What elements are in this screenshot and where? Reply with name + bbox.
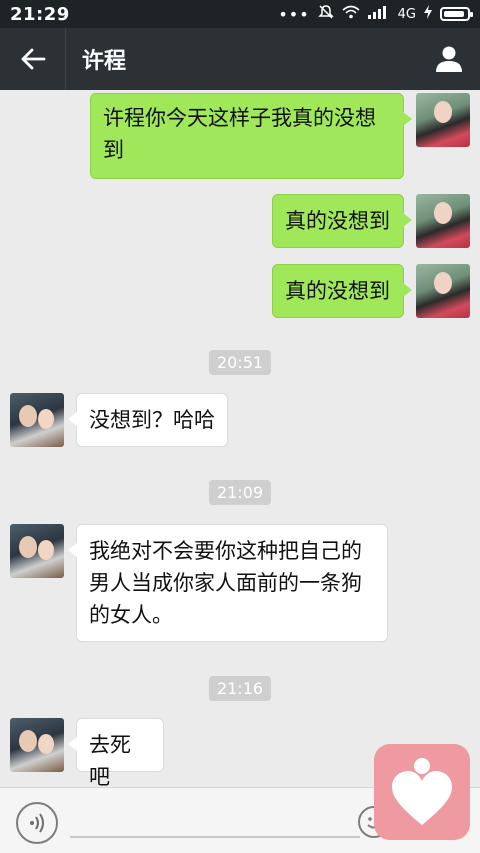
outgoing-bubble[interactable]: 许程你今天这样子我真的没想到: [90, 93, 412, 179]
wifi-icon: [342, 5, 360, 23]
timestamp: 20:51: [208, 350, 272, 375]
incoming-bubble[interactable]: 没想到？哈哈: [68, 393, 228, 447]
profile-icon: [436, 46, 462, 72]
status-bar: 21:29 ••• 4G: [0, 0, 480, 28]
chat-title: 许程: [82, 49, 127, 74]
message-row: 许程你今天这样子我真的没想到: [90, 93, 470, 179]
status-icons: ••• 4G: [278, 4, 473, 24]
message-row: 没想到？哈哈: [10, 393, 228, 447]
timestamp: 21:16: [208, 676, 272, 701]
my-avatar[interactable]: [416, 93, 470, 147]
profile-button[interactable]: [418, 28, 480, 90]
contact-avatar[interactable]: [10, 393, 64, 447]
message-row: 去死吧: [10, 718, 164, 787]
chat-area[interactable]: 许程你今天这样子我真的没想到 真的没想到 真的没想到 20:51 没想到？哈哈 …: [0, 90, 480, 787]
outgoing-bubble[interactable]: 真的没想到: [272, 194, 412, 248]
my-avatar[interactable]: [416, 194, 470, 248]
incoming-bubble[interactable]: 去死吧: [68, 718, 164, 787]
charging-icon: [424, 5, 432, 23]
message-row: 真的没想到: [272, 194, 470, 248]
heart-app-icon: [392, 758, 452, 825]
contact-avatar[interactable]: [10, 524, 64, 578]
message-row: 我绝对不会要你这种把自己的男人当成你家人面前的一条狗的女人。: [10, 524, 388, 642]
timestamp: 21:09: [208, 480, 272, 505]
more-dots-icon: •••: [278, 4, 310, 24]
back-button[interactable]: [0, 28, 66, 90]
voice-button[interactable]: [16, 802, 58, 844]
message-input[interactable]: [70, 836, 360, 838]
my-avatar[interactable]: [416, 264, 470, 318]
back-arrow-icon: [21, 48, 45, 70]
floating-app-badge[interactable]: [374, 744, 470, 840]
signal-icon: [367, 5, 390, 23]
contact-avatar[interactable]: [10, 718, 64, 772]
battery-icon: [440, 7, 473, 21]
outgoing-bubble[interactable]: 真的没想到: [272, 264, 412, 318]
status-time: 21:29: [10, 3, 70, 25]
mute-bell-icon: [317, 4, 334, 24]
voice-icon: [30, 813, 44, 833]
message-row: 真的没想到: [272, 264, 470, 318]
incoming-bubble[interactable]: 我绝对不会要你这种把自己的男人当成你家人面前的一条狗的女人。: [68, 524, 388, 642]
carrier-label: 4G: [397, 6, 416, 22]
chat-header: 许程: [0, 28, 480, 90]
